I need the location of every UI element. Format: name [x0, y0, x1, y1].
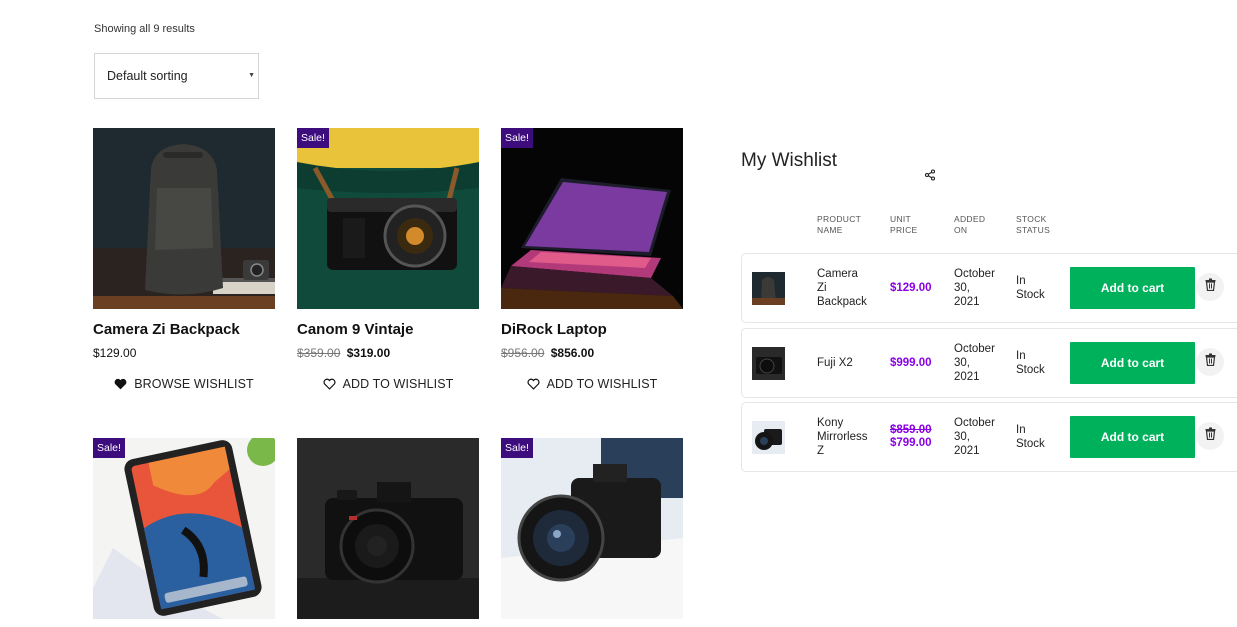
- product-price: $956.00 $856.00: [501, 346, 683, 360]
- product-image[interactable]: Sale!: [93, 438, 275, 619]
- current-price: $856.00: [550, 346, 595, 360]
- header-stock-status: STOCK STATUS: [1016, 214, 1051, 235]
- product-image[interactable]: Sale!: [297, 128, 479, 309]
- header-product-name: PRODUCT NAME: [817, 214, 862, 235]
- wishlist-product-name[interactable]: Kony Mirrorless Z: [817, 416, 877, 458]
- wishlist-product-thumbnail[interactable]: [752, 272, 785, 305]
- wishlist-product-name[interactable]: Fuji X2: [817, 356, 877, 370]
- trash-icon: [1205, 353, 1216, 371]
- wishlist-product-thumbnail[interactable]: [752, 421, 785, 454]
- sort-select-value: Default sorting: [107, 69, 188, 83]
- add-to-cart-button[interactable]: Add to cart: [1070, 267, 1195, 309]
- results-count: Showing all 9 results: [94, 23, 195, 35]
- wishlist-unit-price: $999.00: [890, 357, 932, 369]
- product-price: $129.00: [93, 346, 275, 360]
- wishlist-row: Camera Zi Backpack $129.00 October 30, 2021 …: [741, 253, 1237, 323]
- trash-icon: [1205, 427, 1216, 445]
- wishlist-unit-price: $859.00 $799.00: [890, 424, 932, 450]
- wishlist-current-price: $799.00: [890, 437, 932, 449]
- heart-outline-icon: [527, 378, 540, 390]
- wishlist-button-label: ADD TO WISHLIST: [546, 377, 658, 391]
- wishlist-stock-status: In Stock: [1016, 350, 1045, 376]
- chevron-down-icon: ▼: [248, 72, 255, 79]
- browse-wishlist-button[interactable]: BROWSE WISHLIST: [93, 377, 275, 391]
- wishlist-old-price: $859.00: [890, 424, 932, 436]
- current-price: $319.00: [346, 346, 391, 360]
- product-image[interactable]: [297, 438, 479, 619]
- product-price: $359.00 $319.00: [297, 346, 479, 360]
- add-to-wishlist-button[interactable]: ADD TO WISHLIST: [501, 377, 683, 391]
- product-image[interactable]: [93, 128, 275, 309]
- sale-badge: Sale!: [501, 438, 533, 458]
- wishlist-product-thumbnail[interactable]: [752, 347, 785, 380]
- product-card: [297, 438, 479, 619]
- wishlist-unit-price: $129.00: [890, 282, 932, 294]
- wishlist-added-on: October 30, 2021: [954, 417, 995, 457]
- product-card: Camera Zi Backpack $129.00 BROWSE WISHLI…: [93, 128, 275, 391]
- heart-filled-icon: [114, 378, 127, 390]
- wishlist-button-label: BROWSE WISHLIST: [134, 377, 254, 391]
- wishlist-title: My Wishlist: [741, 150, 838, 171]
- wishlist-stock-status: In Stock: [1016, 275, 1045, 301]
- sale-badge: Sale!: [297, 128, 329, 148]
- remove-item-button[interactable]: [1196, 348, 1224, 376]
- remove-item-button[interactable]: [1196, 422, 1224, 450]
- sale-badge: Sale!: [501, 128, 533, 148]
- add-to-cart-button[interactable]: Add to cart: [1070, 342, 1195, 384]
- product-card: Sale! Canom 9 Vintaje $359.00 $319.00 AD…: [297, 128, 479, 391]
- wishlist-stock-status: In Stock: [1016, 424, 1045, 450]
- product-image[interactable]: Sale!: [501, 438, 683, 619]
- old-price: $956.00: [501, 346, 545, 360]
- wishlist-row: Kony Mirrorless Z $859.00 $799.00 October 3…: [741, 402, 1237, 472]
- add-to-cart-button[interactable]: Add to cart: [1070, 416, 1195, 458]
- heart-outline-icon: [323, 378, 336, 390]
- product-card: Sale!: [501, 438, 683, 619]
- product-image[interactable]: Sale!: [501, 128, 683, 309]
- product-card: Sale!: [93, 438, 275, 619]
- wishlist-button-label: ADD TO WISHLIST: [342, 377, 454, 391]
- product-title[interactable]: Canom 9 Vintaje: [297, 321, 479, 338]
- wishlist-added-on: October 30, 2021: [954, 268, 995, 308]
- current-price: $129.00: [93, 346, 137, 360]
- share-icon[interactable]: [924, 168, 936, 186]
- wishlist-row: Fuji X2 $999.00 October 30, 2021 In Stock A…: [741, 328, 1237, 398]
- header-unit-price: UNIT PRICE: [890, 214, 918, 235]
- product-title[interactable]: Camera Zi Backpack: [93, 321, 275, 338]
- wishlist-added-on: October 30, 2021: [954, 343, 995, 383]
- sale-badge: Sale!: [93, 438, 125, 458]
- product-card: Sale! DiRock Laptop $956.00 $856.00 ADD …: [501, 128, 683, 391]
- add-to-wishlist-button[interactable]: ADD TO WISHLIST: [297, 377, 479, 391]
- header-added-on: ADDED ON: [954, 214, 986, 235]
- trash-icon: [1205, 278, 1216, 296]
- wishlist-product-name[interactable]: Camera Zi Backpack: [817, 267, 877, 309]
- remove-item-button[interactable]: [1196, 273, 1224, 301]
- product-title[interactable]: DiRock Laptop: [501, 321, 683, 338]
- sort-select[interactable]: Default sorting ▼: [94, 53, 259, 99]
- old-price: $359.00: [297, 346, 341, 360]
